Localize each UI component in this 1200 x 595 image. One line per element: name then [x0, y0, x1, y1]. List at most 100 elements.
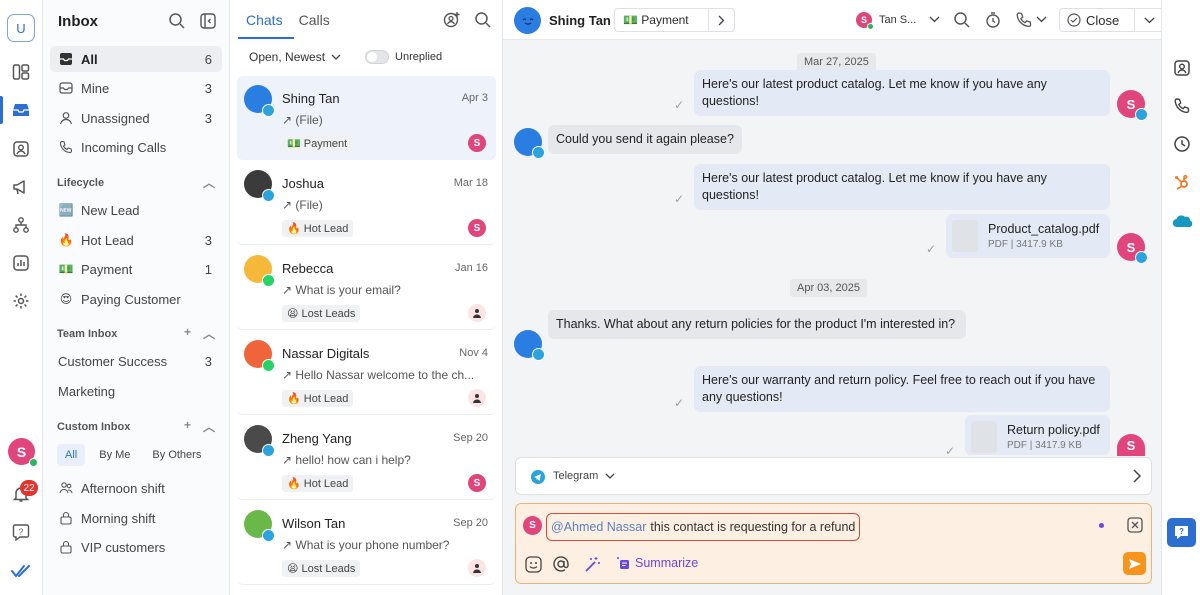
custom-inbox-filters: All By Me By Others: [57, 444, 209, 466]
chat-preview: ↗ What is your email?: [282, 283, 401, 297]
broadcast-icon[interactable]: [11, 177, 31, 197]
chat-contact-name: Wilson Tan: [282, 516, 346, 531]
ai-magic-wand-icon[interactable]: [584, 556, 601, 573]
app-logo-icon: [11, 561, 31, 581]
chat-contact-name: Zheng Yang: [282, 431, 352, 446]
history-clock-icon[interactable]: [1172, 134, 1192, 154]
new-chat-icon[interactable]: [443, 11, 461, 29]
contact-name[interactable]: Shing Tan: [549, 13, 611, 28]
chat-list-item[interactable]: Joshua Mar 18 ↗ (File) 🔥 Hot Lead S: [237, 161, 496, 245]
lock-icon: [58, 511, 74, 525]
custom-item-morning-shift[interactable]: Morning shift: [50, 505, 222, 531]
contact-avatar[interactable]: [514, 7, 541, 34]
inbox-item-mine[interactable]: Mine 3: [50, 75, 222, 101]
mine-icon: [58, 81, 74, 95]
telegram-icon: [262, 104, 275, 117]
channel-selector-bar[interactable]: Telegram: [515, 457, 1152, 495]
filter-by-others[interactable]: By Others: [144, 444, 209, 466]
custom-item-afternoon-shift[interactable]: Afternoon shift: [50, 475, 222, 501]
send-button[interactable]: [1123, 552, 1146, 575]
all-inbox-icon: [58, 52, 74, 66]
search-icon[interactable]: [168, 12, 186, 30]
chat-list-panel: Chats Calls Open, Newest Unreplied Shing…: [230, 0, 503, 595]
svg-text:?: ?: [19, 528, 24, 537]
team-item-customer-success[interactable]: Customer Success 3: [50, 348, 222, 374]
file-attachment[interactable]: Product_catalog.pdf PDF | 3417.9 KB: [946, 214, 1110, 258]
tab-calls[interactable]: Calls: [299, 12, 330, 28]
close-conversation-button[interactable]: Close: [1059, 8, 1165, 32]
contact-details-icon[interactable]: [1172, 58, 1192, 78]
chevron-up-icon[interactable]: ︿: [203, 174, 215, 191]
file-attachment[interactable]: Return policy.pdf PDF | 3417.9 KB: [965, 415, 1110, 455]
hubspot-icon[interactable]: [1172, 172, 1192, 192]
tab-chats[interactable]: Chats: [246, 12, 283, 28]
inbox-item-all[interactable]: All 6: [50, 46, 222, 72]
summarize-button[interactable]: Summarize: [616, 556, 698, 570]
contacts-icon[interactable]: [11, 139, 31, 159]
chevron-down-icon[interactable]: [1036, 16, 1047, 23]
workspace-switcher[interactable]: U: [7, 14, 35, 42]
chevron-down-icon[interactable]: [331, 54, 341, 60]
lifecycle-tag: 💵 Payment: [282, 135, 353, 152]
read-check-icon: ✓: [674, 98, 685, 112]
chevron-down-icon[interactable]: [605, 473, 615, 479]
chat-list-item[interactable]: Zheng Yang Sep 20 ↗ hello! how can i help?…: [237, 416, 496, 500]
inbox-icon[interactable]: [11, 100, 31, 120]
team-item-marketing[interactable]: Marketing: [50, 378, 222, 404]
lifecycle-item-paying-customer[interactable]: 😍 Paying Customer: [50, 286, 222, 312]
filter-all[interactable]: All: [57, 444, 86, 466]
heart-eyes-emoji-icon: 😍: [59, 292, 73, 306]
chat-list-item[interactable]: Nassar Digitals Nov 4 ↗ Hello Nassar welco…: [237, 331, 496, 415]
chevron-up-icon[interactable]: ︿: [203, 418, 215, 435]
call-phone-icon[interactable]: [1015, 11, 1033, 29]
assignee-name[interactable]: Tan S...: [879, 14, 916, 26]
chevron-up-icon[interactable]: ︿: [203, 325, 215, 342]
support-chat-button[interactable]: ?: [1167, 518, 1196, 547]
lifecycle-stage-dropdown[interactable]: 💵 Payment: [614, 8, 735, 32]
mention-at-icon[interactable]: [552, 555, 570, 573]
send-icon: [1128, 558, 1141, 569]
workflows-icon[interactable]: [11, 215, 31, 235]
phone-icon[interactable]: [1172, 96, 1192, 116]
inbox-item-incoming-calls[interactable]: Incoming Calls: [50, 134, 222, 160]
chat-list-item[interactable]: Rebecca Jan 16 ↗ What is your email? 😫 Lost…: [237, 246, 496, 330]
whatsapp-icon: [262, 359, 275, 372]
plus-icon[interactable]: +: [184, 418, 191, 435]
lifecycle-item-new-lead[interactable]: 🆕 New Lead: [50, 197, 222, 223]
chevron-down-icon[interactable]: [929, 16, 940, 23]
lifecycle-item-hot-lead[interactable]: 🔥 Hot Lead 3: [50, 227, 222, 253]
dashboard-icon[interactable]: [11, 62, 31, 82]
chevron-right-icon[interactable]: [1133, 469, 1141, 483]
mention-tag[interactable]: @Ahmed Nassar: [551, 520, 646, 534]
search-icon[interactable]: [474, 11, 492, 29]
salesforce-icon[interactable]: [1172, 211, 1192, 231]
lifecycle-section-header[interactable]: Lifecycle ︿: [57, 174, 215, 191]
discard-draft-icon[interactable]: [1127, 517, 1143, 533]
reports-icon[interactable]: [11, 253, 31, 273]
left-nav-rail: U S 22 ?: [0, 0, 43, 595]
collapse-panel-icon[interactable]: [199, 12, 217, 30]
settings-gear-icon[interactable]: [11, 291, 31, 311]
inbox-item-unassigned[interactable]: Unassigned 3: [50, 105, 222, 131]
custom-item-vip-customers[interactable]: VIP customers: [50, 534, 222, 560]
chevron-right-icon[interactable]: [708, 9, 734, 31]
read-check-icon: ✓: [926, 242, 937, 256]
composer-input[interactable]: @Ahmed Nassar this contact is requesting…: [546, 513, 861, 541]
custom-inbox-section-header[interactable]: Custom Inbox + ︿: [57, 418, 215, 435]
chat-contact-name: Joshua: [282, 176, 324, 191]
lifecycle-item-payment[interactable]: 💵 Payment 1: [50, 256, 222, 282]
emoji-icon[interactable]: [525, 556, 542, 573]
plus-icon[interactable]: +: [184, 325, 191, 342]
close-options-chevron-icon[interactable]: [1134, 9, 1164, 31]
filter-by-me[interactable]: By Me: [91, 444, 138, 466]
team-inbox-section-header[interactable]: Team Inbox + ︿: [57, 325, 215, 342]
chat-list-item[interactable]: Shing Tan Apr 3 ↗ (File) 💵 Payment S: [237, 76, 496, 160]
chat-list-item[interactable]: Wilson Tan Sep 20 ↗ What is your phone num…: [237, 501, 496, 585]
unreplied-toggle[interactable]: [365, 50, 390, 64]
snooze-timer-icon[interactable]: [984, 11, 1002, 29]
search-icon[interactable]: [953, 11, 971, 29]
unreplied-label: Unreplied: [395, 51, 443, 63]
sort-dropdown[interactable]: Open, Newest: [249, 50, 325, 64]
assignee-avatar: S: [468, 134, 486, 152]
help-icon[interactable]: ?: [11, 522, 31, 542]
